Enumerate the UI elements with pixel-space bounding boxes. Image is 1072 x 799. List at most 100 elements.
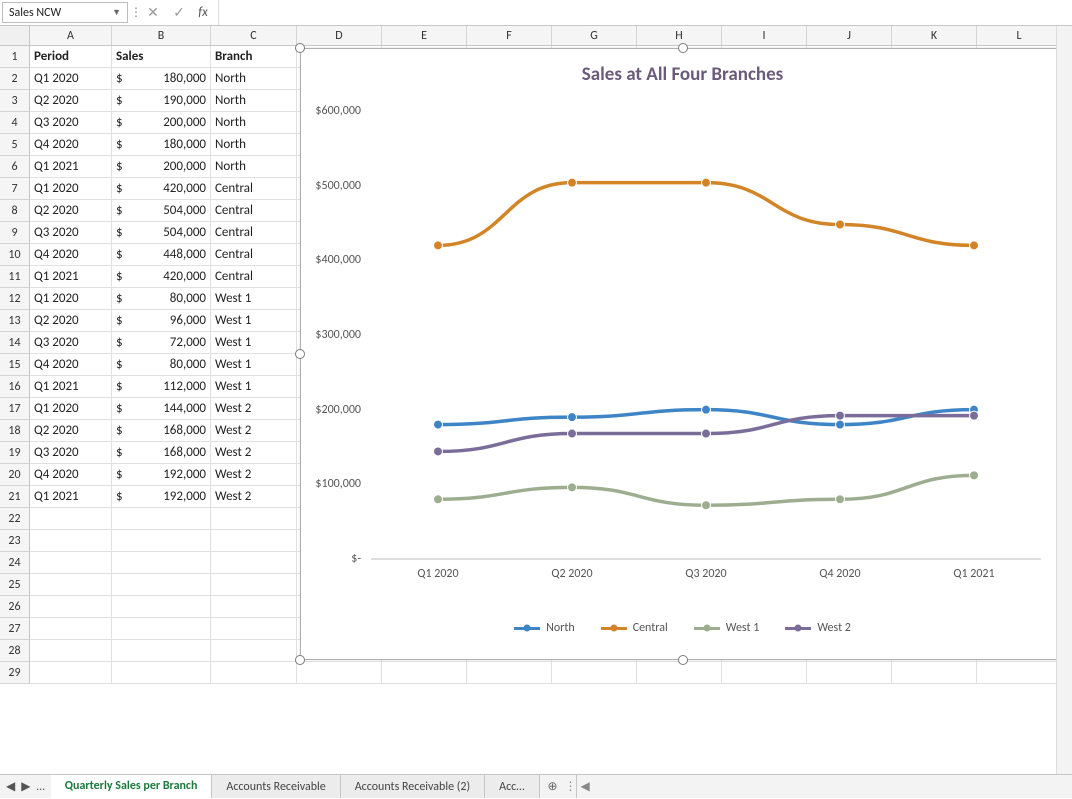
sheet-overflow-button[interactable]: … [36, 780, 44, 794]
next-sheet-button[interactable]: ▶ [21, 779, 30, 794]
chart-data-point[interactable] [434, 420, 443, 429]
row-header[interactable]: 18 [0, 420, 30, 442]
cell[interactable]: $168,000 [112, 420, 211, 442]
chart-series-line[interactable] [438, 183, 974, 246]
cell[interactable] [382, 662, 467, 684]
row-header[interactable]: 13 [0, 310, 30, 332]
cell[interactable]: North [211, 68, 297, 90]
cell[interactable] [211, 574, 297, 596]
cell[interactable] [112, 552, 211, 574]
cell[interactable]: Q1 2021 [30, 376, 112, 398]
chart-data-point[interactable] [836, 495, 845, 504]
cell[interactable] [892, 662, 977, 684]
chart-data-point[interactable] [702, 501, 711, 510]
legend-item[interactable]: North [514, 621, 575, 635]
resize-handle[interactable] [678, 655, 688, 665]
row-header[interactable]: 10 [0, 244, 30, 266]
cell[interactable] [30, 640, 112, 662]
cell[interactable]: Q4 2020 [30, 464, 112, 486]
row-header[interactable]: 3 [0, 90, 30, 112]
column-header[interactable]: F [467, 26, 552, 45]
chart-data-point[interactable] [836, 420, 845, 429]
column-header[interactable]: I [722, 26, 807, 45]
cell[interactable]: $144,000 [112, 398, 211, 420]
cell[interactable]: West 2 [211, 420, 297, 442]
cell[interactable]: $112,000 [112, 376, 211, 398]
cell[interactable] [30, 574, 112, 596]
row-header[interactable]: 14 [0, 332, 30, 354]
cell[interactable] [112, 640, 211, 662]
row-header[interactable]: 29 [0, 662, 30, 684]
legend-item[interactable]: Central [601, 621, 668, 635]
chart-data-point[interactable] [702, 429, 711, 438]
resize-handle[interactable] [678, 43, 688, 53]
cell[interactable] [211, 618, 297, 640]
cell[interactable]: Central [211, 266, 297, 288]
cell[interactable] [112, 508, 211, 530]
cell[interactable] [211, 508, 297, 530]
cell[interactable]: Q3 2020 [30, 112, 112, 134]
cell[interactable] [297, 662, 382, 684]
cell[interactable]: West 1 [211, 288, 297, 310]
column-header[interactable]: H [637, 26, 722, 45]
cell[interactable]: Q4 2020 [30, 244, 112, 266]
cell[interactable]: Sales [112, 46, 211, 68]
cell[interactable] [722, 662, 807, 684]
cell[interactable] [30, 662, 112, 684]
row-header[interactable]: 25 [0, 574, 30, 596]
cell[interactable]: $200,000 [112, 112, 211, 134]
row-header[interactable]: 26 [0, 596, 30, 618]
cell[interactable]: $192,000 [112, 464, 211, 486]
column-header[interactable]: L [977, 26, 1062, 45]
row-header[interactable]: 28 [0, 640, 30, 662]
row-header[interactable]: 6 [0, 156, 30, 178]
cell[interactable]: $180,000 [112, 68, 211, 90]
cell[interactable]: $504,000 [112, 222, 211, 244]
row-header[interactable]: 1 [0, 46, 30, 68]
cell[interactable] [211, 530, 297, 552]
cell[interactable]: West 2 [211, 464, 297, 486]
cell[interactable] [211, 662, 297, 684]
cell[interactable]: Q1 2021 [30, 266, 112, 288]
cell[interactable] [211, 640, 297, 662]
cell[interactable]: North [211, 90, 297, 112]
legend-item[interactable]: West 1 [694, 621, 760, 635]
cell[interactable] [977, 662, 1062, 684]
chart-data-point[interactable] [434, 495, 443, 504]
cell[interactable] [467, 662, 552, 684]
column-header[interactable]: J [807, 26, 892, 45]
chart-container[interactable]: Sales at All Four Branches $-$100,000$20… [300, 48, 1065, 660]
cell[interactable]: $192,000 [112, 486, 211, 508]
cell[interactable]: $180,000 [112, 134, 211, 156]
cell[interactable]: $200,000 [112, 156, 211, 178]
cell[interactable] [211, 596, 297, 618]
chart-data-point[interactable] [434, 241, 443, 250]
cell[interactable] [211, 552, 297, 574]
cell[interactable] [30, 530, 112, 552]
cell[interactable]: Q1 2020 [30, 288, 112, 310]
column-header[interactable]: G [552, 26, 637, 45]
cell[interactable] [112, 530, 211, 552]
cell[interactable] [30, 552, 112, 574]
prev-sheet-button[interactable]: ◀ [6, 779, 15, 794]
confirm-button[interactable]: ✓ [166, 0, 192, 25]
cell[interactable]: Central [211, 222, 297, 244]
cell[interactable]: Q3 2020 [30, 332, 112, 354]
row-header[interactable]: 16 [0, 376, 30, 398]
cell[interactable]: $80,000 [112, 354, 211, 376]
column-header[interactable]: B [112, 26, 211, 45]
chart-data-point[interactable] [970, 411, 979, 420]
vertical-scrollbar[interactable] [1056, 26, 1072, 774]
row-header[interactable]: 11 [0, 266, 30, 288]
cell[interactable]: West 2 [211, 486, 297, 508]
cell[interactable]: Q4 2020 [30, 134, 112, 156]
cell[interactable] [30, 596, 112, 618]
row-header[interactable]: 4 [0, 112, 30, 134]
select-all-corner[interactable] [0, 26, 30, 45]
cell[interactable]: $190,000 [112, 90, 211, 112]
chart-data-point[interactable] [434, 447, 443, 456]
cell[interactable] [637, 662, 722, 684]
cell[interactable]: West 2 [211, 398, 297, 420]
cell[interactable]: North [211, 156, 297, 178]
row-header[interactable]: 17 [0, 398, 30, 420]
